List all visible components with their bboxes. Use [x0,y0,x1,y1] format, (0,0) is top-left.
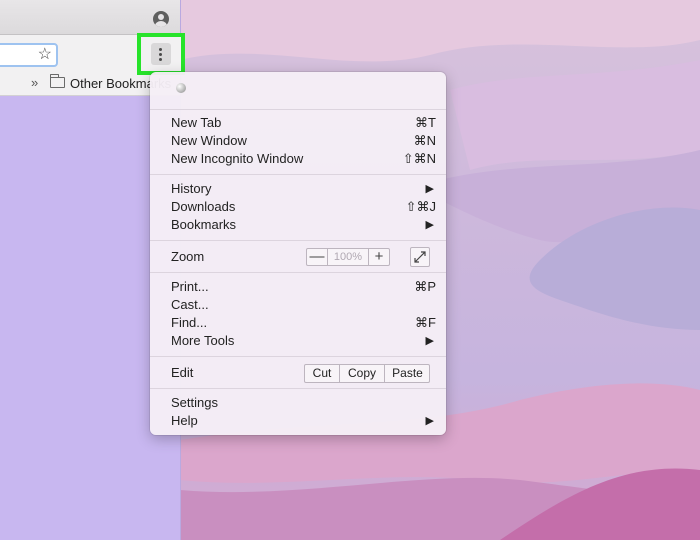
submenu-arrow-icon: ▶ [425,219,434,231]
menu-item-label: Downloads [171,199,236,214]
menu-item-shortcut: ⌘F [415,315,436,330]
submenu-arrow-icon: ▶ [425,335,434,347]
menu-item-downloads[interactable]: Downloads ⇧⌘J [171,198,439,216]
menu-item-history[interactable]: History ▶ [171,180,439,198]
menu-item-label: More Tools [171,333,235,348]
menu-separator [150,272,446,273]
menu-item-label: History [171,181,212,196]
paste-button[interactable]: Paste [385,365,430,382]
menu-item-shortcut: ⌘T [415,115,436,130]
menu-item-help[interactable]: Help ▶ [171,412,439,430]
zoom-control: — 100% + [306,248,390,266]
title-bar [0,0,180,35]
menu-item-print[interactable]: Print... ⌘P [171,278,439,296]
menu-item-label: Print... [171,279,209,294]
menu-item-label: New Incognito Window [171,151,304,166]
menu-item-edit: Edit [171,364,291,382]
address-bar[interactable]: ☆ [0,43,58,67]
edit-button-group: Cut Copy Paste [304,364,430,383]
menu-item-label: Settings [171,395,218,410]
chrome-main-menu: New Tab ⌘T New Window ⌘N New Incognito W… [150,72,446,435]
menu-item-shortcut: ⇧⌘N [402,151,436,166]
menu-item-new-window[interactable]: New Window ⌘N [171,132,439,150]
menu-item-label: Bookmarks [171,217,237,232]
menu-item-shortcut: ⇧⌘J [405,199,436,214]
menu-item-settings[interactable]: Settings [171,394,439,412]
menu-item-label: Edit [171,365,194,380]
menu-item-label: New Tab [171,115,222,130]
menu-item-zoom: Zoom [171,248,291,266]
zoom-in-button[interactable]: + [368,249,389,265]
menu-item-new-tab[interactable]: New Tab ⌘T [171,114,439,132]
menu-separator [150,240,446,241]
menu-item-label: Zoom [171,249,205,264]
loading-spinner-icon [176,83,186,93]
menu-item-label: Cast... [171,297,209,312]
fullscreen-icon [414,251,426,263]
menu-item-cast[interactable]: Cast... [171,296,439,314]
menu-item-new-incognito-window[interactable]: New Incognito Window ⇧⌘N [171,150,439,168]
submenu-arrow-icon: ▶ [425,415,434,427]
bookmarks-overflow-chevron-icon[interactable]: » [31,75,38,90]
submenu-arrow-icon: ▶ [425,183,434,195]
fullscreen-button[interactable] [410,247,430,267]
menu-item-shortcut: ⌘P [414,279,436,294]
kebab-menu-icon [151,43,171,65]
zoom-out-button[interactable]: — [307,249,328,265]
menu-separator [150,109,446,110]
menu-item-label: Find... [171,315,208,330]
chrome-menu-button[interactable] [137,33,185,75]
profile-icon[interactable] [153,11,169,27]
copy-button[interactable]: Copy [340,365,385,382]
menu-separator [150,174,446,175]
folder-icon [50,74,65,88]
menu-item-label: Help [171,413,198,428]
menu-item-label: New Window [171,133,247,148]
menu-item-shortcut: ⌘N [413,133,436,148]
zoom-level: 100% [333,251,363,263]
menu-separator [150,388,446,389]
menu-item-bookmarks[interactable]: Bookmarks ▶ [171,216,439,234]
bookmark-star-icon[interactable]: ☆ [38,45,52,65]
menu-item-more-tools[interactable]: More Tools ▶ [171,332,439,350]
menu-separator [150,356,446,357]
cut-button[interactable]: Cut [305,365,340,382]
menu-item-find[interactable]: Find... ⌘F [171,314,439,332]
